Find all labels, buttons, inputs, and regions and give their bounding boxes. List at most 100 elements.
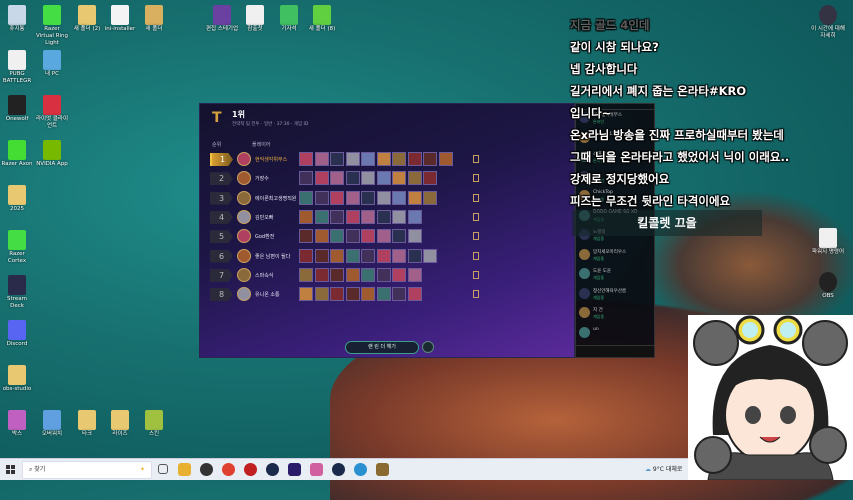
champion-icon[interactable] — [299, 287, 313, 302]
champion-icon[interactable] — [345, 287, 360, 302]
chrome-icon[interactable] — [222, 463, 235, 476]
desktop-icon[interactable]: Stream Deck — [0, 275, 34, 310]
copy-icon[interactable] — [473, 232, 479, 241]
champion-icon[interactable] — [314, 209, 329, 224]
champion-icon[interactable] — [423, 190, 437, 205]
player-name[interactable]: 에이론최고생명직원 — [255, 195, 296, 202]
champion-icon[interactable] — [361, 248, 375, 263]
champion-icon[interactable] — [376, 267, 391, 282]
champion-icon[interactable] — [345, 267, 360, 282]
desktop-icon[interactable]: 오버워치 — [35, 410, 69, 438]
champion-icon[interactable] — [345, 248, 360, 263]
champion-icon[interactable] — [314, 248, 329, 263]
copy-icon[interactable] — [473, 174, 479, 183]
champion-icon[interactable] — [392, 171, 406, 186]
champion-icon[interactable] — [330, 287, 344, 302]
app-red-icon[interactable] — [244, 463, 257, 476]
desktop-icon[interactable]: 파워지 명령어 — [811, 228, 845, 256]
champion-icon[interactable] — [361, 209, 375, 224]
champion-icon[interactable] — [330, 229, 344, 244]
champion-icon[interactable] — [314, 267, 329, 282]
desktop-icon[interactable]: 스킨 — [137, 410, 171, 438]
friend-item[interactable]: un — [579, 326, 655, 344]
copy-icon[interactable] — [473, 193, 479, 202]
player-name[interactable]: 거장수 — [255, 175, 269, 182]
desktop-icon[interactable]: PUBG BATTLEGR — [0, 50, 34, 85]
champion-icon[interactable] — [407, 287, 422, 302]
champion-icon[interactable] — [407, 209, 422, 224]
copy-icon[interactable] — [473, 251, 479, 260]
champion-icon[interactable] — [299, 248, 313, 263]
desktop-icon[interactable]: Discord — [0, 320, 34, 348]
champion-icon[interactable] — [392, 287, 406, 302]
desktop-icon[interactable]: obs-studio — [0, 365, 34, 393]
app-gold-icon[interactable] — [376, 463, 389, 476]
home-icon[interactable] — [422, 341, 434, 353]
steam2-icon[interactable] — [332, 463, 345, 476]
desktop-icon[interactable]: Razer Virtual Ring Light — [35, 5, 69, 47]
friend-item[interactable]: 망치세모마리우스 게임중 — [579, 248, 655, 266]
champion-icon[interactable] — [392, 209, 406, 224]
exit-button[interactable]: 랜 린 더 헤기 — [345, 341, 419, 354]
champion-icon[interactable] — [438, 152, 453, 166]
copy-icon[interactable] — [473, 290, 479, 299]
app-pink-icon[interactable] — [310, 463, 323, 476]
champion-icon[interactable] — [407, 152, 422, 166]
champion-icon[interactable] — [361, 267, 375, 282]
champion-icon[interactable] — [345, 152, 360, 166]
desktop-icon[interactable]: 라이즈 — [103, 410, 137, 438]
desktop-icon[interactable]: 기자석 — [272, 5, 306, 33]
champion-icon[interactable] — [330, 190, 344, 205]
friend-item[interactable]: 도윤 도윤 게임중 — [579, 267, 655, 285]
obs-icon[interactable] — [200, 463, 213, 476]
premiere-icon[interactable] — [288, 463, 301, 476]
champion-icon[interactable] — [392, 248, 406, 263]
player-name[interactable]: 현익생각위무스 — [255, 156, 287, 163]
champion-icon[interactable] — [314, 171, 329, 186]
champion-icon[interactable] — [376, 152, 391, 166]
champion-icon[interactable] — [361, 287, 375, 302]
champion-icon[interactable] — [299, 190, 313, 205]
player-name[interactable]: 유니온 소통 — [255, 291, 280, 298]
champion-icon[interactable] — [299, 209, 313, 224]
search-input[interactable]: ⌕ 찾기 ✦ — [22, 461, 152, 479]
champion-icon[interactable] — [376, 248, 391, 263]
champion-icon[interactable] — [361, 152, 375, 166]
champion-icon[interactable] — [330, 152, 344, 166]
champion-icon[interactable] — [376, 287, 391, 302]
desktop-icon[interactable]: NVIDIA App — [35, 140, 69, 168]
copy-icon[interactable] — [473, 270, 479, 279]
friend-item[interactable]: 지 건 게임중 — [579, 306, 655, 324]
champion-icon[interactable] — [314, 152, 329, 166]
champion-icon[interactable] — [392, 229, 406, 244]
desktop-icon[interactable]: 2025 — [0, 185, 34, 213]
steam-icon[interactable] — [266, 463, 279, 476]
champion-icon[interactable] — [314, 229, 329, 244]
file-explorer-icon[interactable] — [178, 463, 191, 476]
desktop-icon[interactable]: Razer Axon — [0, 140, 34, 168]
champion-icon[interactable] — [314, 190, 329, 205]
champion-icon[interactable] — [345, 190, 360, 205]
player-name[interactable]: 김민오빠 — [255, 214, 273, 221]
champion-icon[interactable] — [423, 248, 437, 263]
desktop-icon[interactable]: 편집 스테기업 — [205, 5, 239, 33]
champion-icon[interactable] — [407, 190, 422, 205]
champion-icon[interactable] — [299, 229, 313, 244]
desktop-icon[interactable]: 새 폴더 — [137, 5, 171, 33]
champion-icon[interactable] — [392, 152, 406, 166]
desktop-icon[interactable]: 내 PC — [35, 50, 69, 78]
weather-widget[interactable]: ☁ 9°C 대체로 — [645, 464, 682, 473]
champion-icon[interactable] — [376, 229, 391, 244]
champion-icon[interactable] — [423, 152, 437, 166]
champion-icon[interactable] — [330, 171, 344, 186]
champion-icon[interactable] — [299, 171, 313, 186]
champion-icon[interactable] — [330, 248, 344, 263]
champion-icon[interactable] — [376, 190, 391, 205]
desktop-icon[interactable]: 새 폴더 (2) — [70, 5, 104, 33]
champion-icon[interactable] — [423, 171, 437, 186]
copy-icon[interactable] — [473, 155, 479, 163]
champion-icon[interactable] — [299, 267, 313, 282]
champion-icon[interactable] — [330, 209, 344, 224]
desktop-icon[interactable]: 참출첫 — [238, 5, 272, 33]
task-view-icon[interactable] — [158, 464, 168, 474]
